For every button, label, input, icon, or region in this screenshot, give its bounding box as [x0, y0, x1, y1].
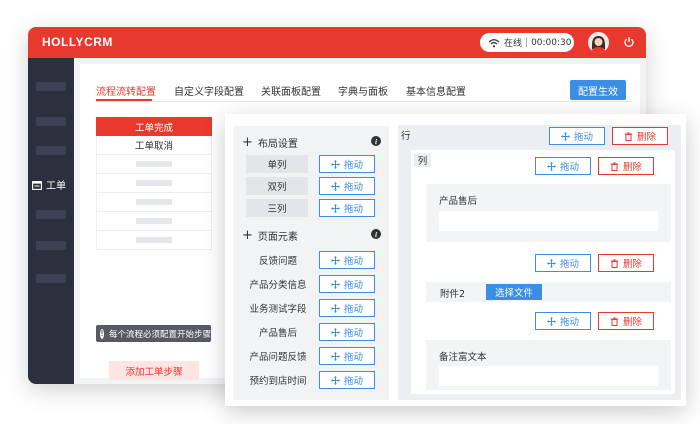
sidebar-item-placeholder[interactable]	[36, 241, 66, 250]
row-delete-button[interactable]: 删除	[612, 127, 668, 145]
move-icon	[330, 327, 340, 337]
layout-item-single: 单列	[246, 155, 308, 173]
move-icon	[560, 131, 570, 141]
power-icon[interactable]	[623, 36, 635, 48]
sidebar-item-placeholder[interactable]	[36, 82, 66, 91]
layout-section-header[interactable]: + 布局设置	[242, 134, 298, 151]
move-icon	[330, 303, 340, 313]
tab-dictionary[interactable]: 字典与面板	[338, 83, 388, 98]
field-remark-richtext[interactable]: 备注富文本	[426, 340, 671, 390]
trash-icon	[610, 258, 619, 268]
call-timer: 00:00:30	[531, 37, 572, 48]
add-step-button[interactable]: 添加工单步骤	[109, 361, 199, 380]
status-indicator[interactable]: 在线 | 00:00:30	[480, 33, 574, 52]
move-icon	[330, 159, 340, 169]
element-item: 反馈问题	[258, 256, 297, 267]
sidebar-item-placeholder[interactable]	[36, 210, 66, 219]
sidebar-item-workorder[interactable]: 工单	[32, 177, 66, 192]
tab-flow-config[interactable]: 流程流转配置	[96, 83, 156, 98]
field-delete-button[interactable]: 删除	[598, 254, 654, 272]
row-tag: 行	[401, 131, 411, 142]
element-item: 产品分类信息	[249, 280, 307, 291]
tab-basic-info[interactable]: 基本信息配置	[406, 83, 466, 98]
element-item: 业务测试字段	[249, 304, 307, 315]
layout-item-triple: 三列	[246, 199, 308, 217]
plus-icon: +	[242, 134, 253, 150]
sidebar-item-placeholder[interactable]	[36, 117, 66, 126]
element-item: 产品售后	[258, 328, 297, 339]
field-after-sales[interactable]: 产品售后	[426, 184, 671, 242]
choose-file-button[interactable]: 选择文件	[486, 284, 542, 300]
step-list: 工单完成 工单取消	[96, 117, 212, 250]
sidebar-item-placeholder[interactable]	[36, 146, 66, 155]
brand-logo: HOLLYCRM	[42, 35, 113, 49]
apply-config-button[interactable]: 配置生效	[570, 80, 626, 100]
list-item[interactable]	[96, 174, 212, 193]
component-palette: + 布局设置 i 单列 拖动 双列 拖动 三列 拖动 + 页面元素 i 反馈问题…	[233, 126, 389, 400]
row-drag-button[interactable]: 拖动	[549, 127, 605, 145]
trash-icon	[610, 316, 619, 326]
avatar[interactable]	[588, 32, 609, 53]
element-section-header[interactable]: + 页面元素	[242, 227, 298, 244]
list-item[interactable]	[96, 231, 212, 250]
tab-custom-fields[interactable]: 自定义字段配置	[174, 83, 244, 98]
drag-button[interactable]: 拖动	[319, 299, 375, 317]
list-item[interactable]	[96, 193, 212, 212]
column-drag-button[interactable]: 拖动	[535, 157, 591, 175]
element-item: 产品问题反馈	[249, 352, 307, 363]
online-status: 在线	[504, 39, 523, 49]
plus-icon: +	[242, 227, 253, 243]
sidebar: 工单	[28, 58, 74, 384]
trash-icon	[624, 131, 633, 141]
info-icon[interactable]: i	[371, 229, 381, 239]
field-drag-button[interactable]: 拖动	[535, 254, 591, 272]
move-icon	[546, 161, 556, 171]
drag-button[interactable]: 拖动	[319, 347, 375, 365]
ticket-icon	[32, 180, 42, 190]
move-icon	[330, 351, 340, 361]
drag-button[interactable]: 拖动	[319, 323, 375, 341]
move-icon	[330, 203, 340, 213]
active-tab-indicator	[96, 99, 152, 101]
exclamation-icon: !	[100, 328, 104, 339]
drag-button[interactable]: 拖动	[319, 275, 375, 293]
list-item[interactable]	[96, 212, 212, 231]
move-icon	[330, 375, 340, 385]
move-icon	[546, 258, 556, 268]
field-delete-button[interactable]: 删除	[598, 312, 654, 330]
drag-button[interactable]: 拖动	[319, 371, 375, 389]
wifi-icon	[488, 38, 500, 47]
drag-button[interactable]: 拖动	[319, 155, 375, 173]
column-tag: 列	[414, 153, 431, 167]
column-delete-button[interactable]: 删除	[598, 157, 654, 175]
element-item: 预约到店时间	[249, 376, 307, 387]
after-sales-input[interactable]	[439, 211, 658, 231]
sidebar-item-placeholder[interactable]	[36, 274, 66, 283]
sidebar-item-label: 工单	[46, 181, 66, 192]
list-item[interactable]: 工单完成	[96, 117, 212, 136]
list-item[interactable]: 工单取消	[96, 136, 212, 155]
move-icon	[546, 316, 556, 326]
drag-button[interactable]: 拖动	[319, 177, 375, 195]
form-canvas: 行 拖动 删除 列 拖动 删除 产品售后 拖动 删除 附件2 选择文件 拖动 删…	[398, 125, 681, 400]
list-item[interactable]	[96, 155, 212, 174]
info-icon[interactable]: i	[371, 136, 381, 146]
drag-button[interactable]: 拖动	[319, 199, 375, 217]
remark-input[interactable]	[439, 366, 658, 386]
trash-icon	[610, 161, 619, 171]
attachment-field: 附件2 选择文件	[426, 282, 671, 302]
move-icon	[330, 279, 340, 289]
move-icon	[330, 181, 340, 191]
tab-related-panel[interactable]: 关联面板配置	[261, 83, 321, 98]
user-avatar-icon	[588, 32, 609, 53]
step-tip: ! 每个流程必须配置开始步骤	[96, 325, 211, 342]
move-icon	[330, 255, 340, 265]
column-container: 列 拖动 删除 产品售后 拖动 删除 附件2 选择文件 拖动 删除 备注富文本	[411, 150, 675, 394]
title-bar: HOLLYCRM 在线 | 00:00:30	[28, 27, 646, 58]
drag-button[interactable]: 拖动	[319, 251, 375, 269]
field-drag-button[interactable]: 拖动	[535, 312, 591, 330]
tab-divider	[96, 101, 631, 102]
layout-item-double: 双列	[246, 177, 308, 195]
form-designer-panel: + 布局设置 i 单列 拖动 双列 拖动 三列 拖动 + 页面元素 i 反馈问题…	[225, 114, 686, 406]
